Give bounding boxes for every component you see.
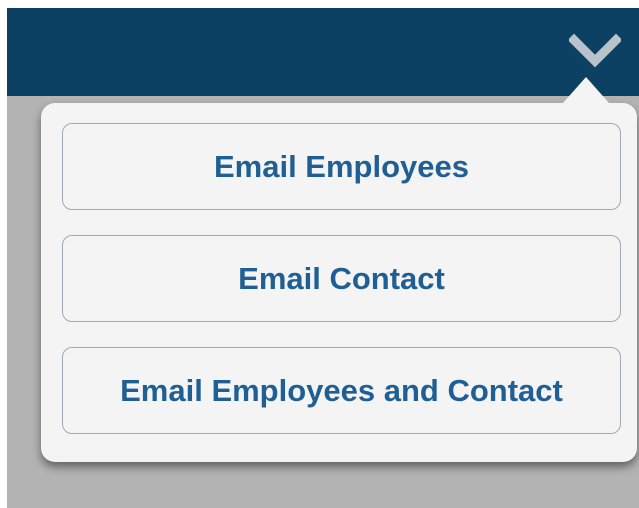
email-options-popover: Email Employees Email Contact Email Empl… xyxy=(41,77,637,462)
email-employees-and-contact-button[interactable]: Email Employees and Contact xyxy=(62,347,621,434)
email-employees-button[interactable]: Email Employees xyxy=(62,123,621,210)
email-employees-label: Email Employees xyxy=(213,148,469,184)
email-contact-label: Email Contact xyxy=(238,260,445,296)
screen: Email Employees Email Contact Email Empl… xyxy=(0,0,639,508)
header-bar xyxy=(7,8,639,96)
email-employees-and-contact-label: Email Employees and Contact xyxy=(120,372,563,408)
popover-arrow xyxy=(563,77,609,103)
chevron-down-icon xyxy=(569,33,621,68)
email-contact-button[interactable]: Email Contact xyxy=(62,235,621,322)
menu-toggle-button[interactable] xyxy=(569,28,621,72)
